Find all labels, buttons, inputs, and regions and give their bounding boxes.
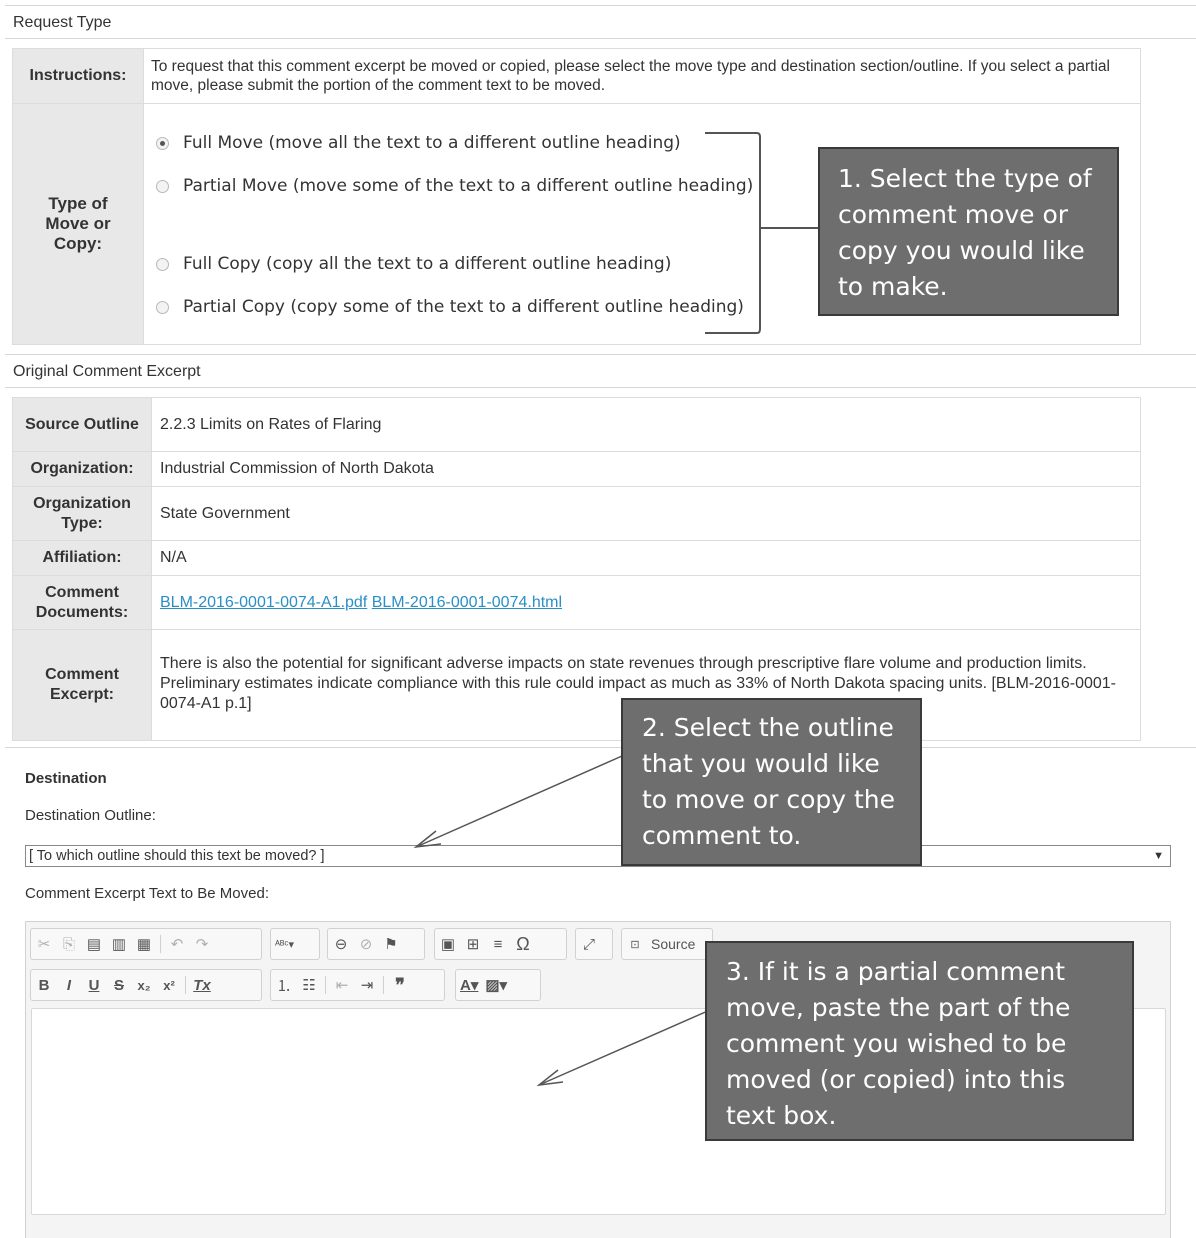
bold-icon[interactable]: B (35, 974, 53, 996)
special-char-icon[interactable]: Ω (514, 933, 532, 955)
callout-2-arrow (413, 755, 623, 849)
organization-type-value: State Government (151, 486, 1141, 541)
paste-icon[interactable]: ▤ (85, 933, 103, 955)
remove-format-icon[interactable]: Tx (193, 974, 211, 996)
superscript-icon[interactable]: x² (160, 974, 178, 996)
comment-documents-value: BLM-2016-0001-0074-A1.pdf BLM-2016-0001-… (151, 575, 1141, 630)
strike-icon[interactable]: S (110, 974, 128, 996)
dropdown-arrow-icon: ▼ (1153, 850, 1164, 862)
request-type-heading: Request Type (5, 5, 1196, 39)
callout-1: 1. Select the type of comment move or co… (818, 147, 1119, 316)
copy-icon[interactable]: ⎘ (60, 933, 78, 955)
undo-icon[interactable]: ↶ (168, 933, 186, 955)
document-link-pdf[interactable]: BLM-2016-0001-0074-A1.pdf (160, 594, 367, 611)
instructions-text: To request that this comment excerpt be … (143, 48, 1141, 104)
toolbar-paragraph-group: ⒈ ☷ ⇤ ⇥ ❞ (270, 969, 445, 1001)
source-button[interactable]: ⊡ Source (621, 928, 713, 960)
radio-partial-move[interactable] (156, 179, 169, 193)
option-full-copy[interactable]: Full Copy (copy all the text to a differ… (156, 254, 671, 274)
indent-icon[interactable]: ⇥ (358, 974, 376, 996)
callout-3: 3. If it is a partial comment move, past… (705, 941, 1134, 1141)
source-icon: ⊡ (630, 938, 640, 951)
comment-excerpt-label: Comment Excerpt: (12, 629, 152, 741)
toolbar-color-group: A▾ ▨▾ (455, 969, 541, 1001)
maximize-icon[interactable]: ⤢ (580, 933, 598, 955)
subscript-icon[interactable]: x₂ (135, 974, 153, 996)
radio-partial-copy[interactable] (156, 300, 169, 314)
comment-documents-label: Comment Documents: (12, 575, 152, 630)
paste-text-icon[interactable]: ▥ (110, 933, 128, 955)
option-partial-move[interactable]: Partial Move (move some of the text to a… (156, 176, 753, 196)
destination-outline-label: Destination Outline: (25, 807, 156, 824)
radio-full-move[interactable] (156, 136, 169, 150)
link-icon[interactable]: ⊖ (332, 933, 350, 955)
horizontal-line-icon[interactable]: ≡ (489, 933, 507, 955)
table-icon[interactable]: ⊞ (464, 933, 482, 955)
spellcheck-icon[interactable]: ᴬᴮᶜ▾ (275, 933, 294, 955)
option-partial-move-label: Partial Move (move some of the text to a… (183, 176, 754, 196)
radio-full-copy[interactable] (156, 257, 169, 271)
affiliation-value: N/A (151, 540, 1141, 576)
option-partial-copy-label: Partial Copy (copy some of the text to a… (183, 297, 744, 317)
organization-label: Organization: (12, 451, 152, 487)
underline-icon[interactable]: U (85, 974, 103, 996)
redo-icon[interactable]: ↷ (193, 933, 211, 955)
bulleted-list-icon[interactable]: ☷ (300, 974, 318, 996)
original-comment-heading: Original Comment Excerpt (5, 354, 1196, 388)
outdent-icon[interactable]: ⇤ (333, 974, 351, 996)
italic-icon[interactable]: I (60, 974, 78, 996)
callout-3-arrow (536, 1009, 711, 1087)
source-outline-label: Source Outline (12, 397, 152, 452)
blockquote-icon[interactable]: ❞ (391, 974, 409, 996)
option-full-move-label: Full Move (move all the text to a differ… (183, 133, 681, 153)
text-color-icon[interactable]: A▾ (460, 974, 478, 996)
callout-1-bracket (705, 132, 822, 334)
option-full-copy-label: Full Copy (copy all the text to a differ… (183, 254, 672, 274)
toolbar-insert-group: ▣ ⊞ ≡ Ω (434, 928, 567, 960)
source-button-label: Source (651, 936, 696, 952)
destination-heading: Destination (25, 770, 107, 787)
organization-type-label: Organization Type: (12, 486, 152, 541)
original-comment-table: Source Outline 2.2.3 Limits on Rates of … (12, 397, 1141, 741)
numbered-list-icon[interactable]: ⒈ (275, 974, 293, 996)
destination-outline-value: [ To which outline should this text be m… (29, 848, 325, 864)
anchor-flag-icon[interactable]: ⚑ (382, 933, 400, 955)
document-link-html[interactable]: BLM-2016-0001-0074.html (372, 594, 562, 611)
option-partial-copy[interactable]: Partial Copy (copy some of the text to a… (156, 297, 744, 317)
paste-word-icon[interactable]: ▦ (135, 933, 153, 955)
type-of-move-label: Type of Move or Copy: (12, 103, 144, 345)
image-icon[interactable]: ▣ (439, 933, 457, 955)
toolbar-link-group: ⊖ ⊘ ⚑ (327, 928, 425, 960)
toolbar-basic-style-group: B I U S x₂ x² Tx (30, 969, 262, 1001)
toolbar-maximize-group: ⤢ (575, 928, 613, 960)
background-color-icon[interactable]: ▨▾ (485, 974, 507, 996)
option-full-move[interactable]: Full Move (move all the text to a differ… (156, 133, 681, 153)
excerpt-text-label: Comment Excerpt Text to Be Moved: (25, 885, 269, 902)
instructions-label: Instructions: (12, 48, 144, 104)
organization-value: Industrial Commission of North Dakota (151, 451, 1141, 487)
toolbar-spellcheck-group: ᴬᴮᶜ▾ (270, 928, 320, 960)
toolbar-clipboard-group: ✂ ⎘ ▤ ▥ ▦ ↶ ↷ (30, 928, 262, 960)
callout-2: 2. Select the outline that you would lik… (621, 698, 922, 866)
source-outline-value: 2.2.3 Limits on Rates of Flaring (151, 397, 1141, 452)
unlink-icon[interactable]: ⊘ (357, 933, 375, 955)
affiliation-label: Affiliation: (12, 540, 152, 576)
cut-icon[interactable]: ✂ (35, 933, 53, 955)
